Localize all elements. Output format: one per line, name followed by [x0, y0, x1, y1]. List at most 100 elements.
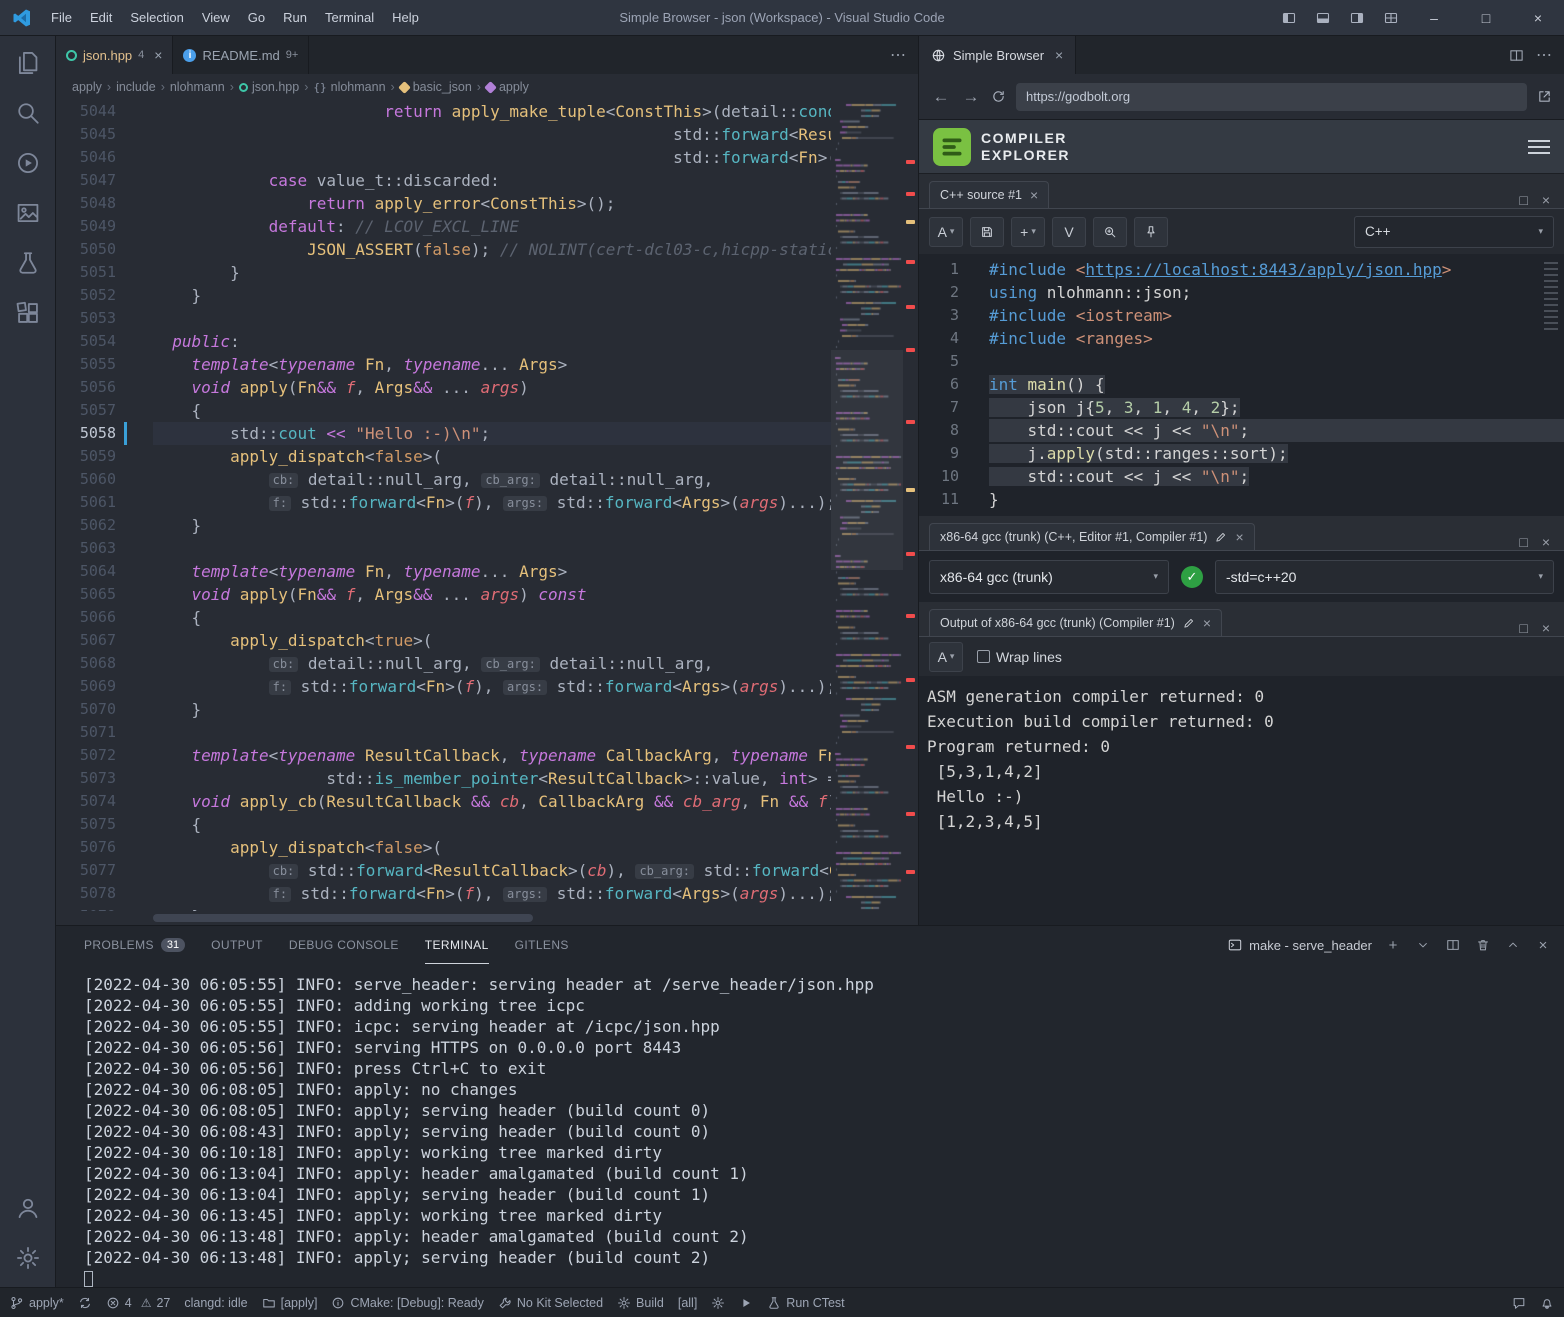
compiler-explorer-logo-text[interactable]: COMPILEREXPLORER [981, 130, 1070, 162]
code-line-5078[interactable]: 5078 f: std::forward<Fn>(f), args: std::… [56, 882, 831, 905]
panel-tab-debug-console[interactable]: DEBUG CONSOLE [289, 927, 399, 964]
menu-view[interactable]: View [193, 0, 239, 35]
run-ctest-button[interactable]: Run CTest [767, 1296, 844, 1310]
source-pane-tab[interactable]: C++ source #1 × [929, 181, 1049, 208]
menu-go[interactable]: Go [239, 0, 274, 35]
breadcrumb-nlohmann[interactable]: nlohmann [170, 80, 225, 94]
code-line-5052[interactable]: 5052 } [56, 284, 831, 307]
url-input[interactable]: https://godbolt.org [1016, 83, 1527, 111]
split-terminal-button[interactable] [1444, 938, 1462, 952]
settings-gear-icon[interactable] [15, 1245, 41, 1271]
source-line-7[interactable]: 7 json j{5, 3, 1, 4, 2}; [919, 396, 1564, 419]
horizontal-scrollbar[interactable] [56, 911, 918, 925]
tab-simple-browser[interactable]: Simple Browser × [919, 36, 1076, 74]
git-branch-status[interactable]: apply* [10, 1296, 64, 1310]
reload-icon[interactable] [991, 89, 1006, 104]
code-line-5046[interactable]: 5046 std::forward<Fn>(fn)); [56, 146, 831, 169]
code-line-5065[interactable]: 5065 void apply(Fn&& f, Args&& ... args)… [56, 583, 831, 606]
close-icon[interactable]: × [154, 47, 162, 63]
code-line-5049[interactable]: 5049 default: // LCOV_EXCL_LINE [56, 215, 831, 238]
source-line-2[interactable]: 2using nlohmann::json; [919, 281, 1564, 304]
tab-README.md[interactable]: README.md9+ [173, 36, 309, 74]
cmake-status[interactable]: CMake: [Debug]: Ready [331, 1296, 483, 1310]
font-size-button[interactable]: A▾ [929, 217, 963, 247]
close-window-button[interactable]: × [1512, 0, 1564, 36]
source-line-1[interactable]: 1#include <https://localhost:8443/apply/… [919, 258, 1564, 281]
code-line-5061[interactable]: 5061 f: std::forward<Fn>(f), args: std::… [56, 491, 831, 514]
split-editor-icon[interactable] [1509, 48, 1524, 63]
minimap-slider[interactable] [831, 350, 903, 570]
save-button[interactable] [970, 217, 1004, 247]
code-line-5072[interactable]: 5072 template<typename ResultCallback, t… [56, 744, 831, 767]
source-line-4[interactable]: 4#include <ranges> [919, 327, 1564, 350]
code-editor[interactable]: 5044 return apply_make_tuple<ConstThis>(… [56, 100, 918, 911]
code-line-5063[interactable]: 5063 [56, 537, 831, 560]
explorer-icon[interactable] [15, 50, 41, 76]
code-line-5062[interactable]: 5062 } [56, 514, 831, 537]
code-line-5060[interactable]: 5060 cb: detail::null_arg, cb_arg: detai… [56, 468, 831, 491]
vim-mode-button[interactable]: V [1052, 217, 1086, 247]
code-line-5056[interactable]: 5056 void apply(Fn&& f, Args&& ... args) [56, 376, 831, 399]
maximize-pane-icon[interactable]: □ [1519, 534, 1527, 550]
panel-tab-problems[interactable]: PROBLEMS31 [84, 927, 185, 964]
source-line-8[interactable]: 8 std::cout << j << "\n"; [919, 419, 1564, 442]
panel-tab-output[interactable]: OUTPUT [211, 927, 263, 964]
account-icon[interactable] [15, 1195, 41, 1221]
source-line-10[interactable]: 10 std::cout << j << "\n"; [919, 465, 1564, 488]
code-line-5050[interactable]: 5050 JSON_ASSERT(false); // NOLINT(cert-… [56, 238, 831, 261]
breadcrumb-nlohmann[interactable]: nlohmann [313, 80, 385, 94]
toggle-secondary-sidebar-icon[interactable] [1349, 10, 1365, 26]
breadcrumb-json.hpp[interactable]: json.hpp [239, 80, 299, 94]
code-line-5047[interactable]: 5047 case value_t::discarded: [56, 169, 831, 192]
source-line-6[interactable]: 6int main() { [919, 373, 1564, 396]
code-line-5076[interactable]: 5076 apply_dispatch<false>( [56, 836, 831, 859]
close-pane-icon[interactable]: × [1542, 192, 1550, 208]
edit-icon[interactable] [1183, 617, 1195, 629]
code-line-5067[interactable]: 5067 apply_dispatch<true>( [56, 629, 831, 652]
notifications-bell-icon[interactable] [1540, 1296, 1554, 1310]
close-panel-button[interactable]: × [1534, 937, 1552, 954]
code-line-5051[interactable]: 5051 } [56, 261, 831, 284]
godbolt-source-editor[interactable]: 1#include <https://localhost:8443/apply/… [919, 254, 1564, 516]
close-icon[interactable]: × [1203, 615, 1211, 631]
code-line-5044[interactable]: 5044 return apply_make_tuple<ConstThis>(… [56, 100, 831, 123]
add-pane-button[interactable]: +▾ [1011, 217, 1045, 247]
customize-layout-icon[interactable] [1383, 10, 1399, 26]
code-line-5055[interactable]: 5055 template<typename Fn, typename... A… [56, 353, 831, 376]
pin-button[interactable] [1134, 217, 1168, 247]
maximize-panel-button[interactable] [1504, 939, 1522, 951]
menu-edit[interactable]: Edit [81, 0, 121, 35]
more-actions-icon[interactable]: ⋯ [1536, 45, 1552, 65]
search-icon[interactable] [15, 100, 41, 126]
wrap-lines-checkbox[interactable]: Wrap lines [977, 649, 1062, 665]
code-line-5070[interactable]: 5070 } [56, 698, 831, 721]
code-line-5071[interactable]: 5071 [56, 721, 831, 744]
image-preview-icon[interactable] [15, 200, 41, 226]
code-line-5053[interactable]: 5053 [56, 307, 831, 330]
search-button[interactable] [1093, 217, 1127, 247]
breadcrumb-apply[interactable]: apply [72, 80, 102, 94]
source-line-11[interactable]: 11} [919, 488, 1564, 511]
cmake-project-selector[interactable]: [apply] [262, 1296, 318, 1310]
more-actions-icon[interactable]: ⋯ [890, 45, 906, 65]
debug-settings-gear[interactable] [711, 1296, 725, 1310]
close-icon[interactable]: × [1235, 529, 1243, 545]
back-icon[interactable]: ← [931, 87, 951, 107]
code-line-5073[interactable]: 5073 std::is_member_pointer<ResultCallba… [56, 767, 831, 790]
feedback-icon[interactable] [1512, 1296, 1526, 1310]
sync-button[interactable] [78, 1296, 92, 1310]
toggle-panel-icon[interactable] [1315, 10, 1331, 26]
toggle-sidebar-icon[interactable] [1281, 10, 1297, 26]
code-line-5077[interactable]: 5077 cb: std::forward<ResultCallback>(cb… [56, 859, 831, 882]
menu-run[interactable]: Run [274, 0, 316, 35]
code-line-5059[interactable]: 5059 apply_dispatch<false>( [56, 445, 831, 468]
source-line-9[interactable]: 9 j.apply(std::ranges::sort); [919, 442, 1564, 465]
forward-icon[interactable]: → [961, 87, 981, 107]
font-size-button[interactable]: A▾ [929, 642, 963, 672]
panel-tab-terminal[interactable]: TERMINAL [425, 927, 489, 964]
close-icon[interactable]: × [1030, 187, 1038, 203]
edit-icon[interactable] [1215, 531, 1227, 543]
cmake-build-target[interactable]: [all] [678, 1296, 697, 1310]
output-pane-tab[interactable]: Output of x86-64 gcc (trunk) (Compiler #… [929, 609, 1222, 636]
compiler-pane-tab[interactable]: x86-64 gcc (trunk) (C++, Editor #1, Comp… [929, 523, 1255, 550]
